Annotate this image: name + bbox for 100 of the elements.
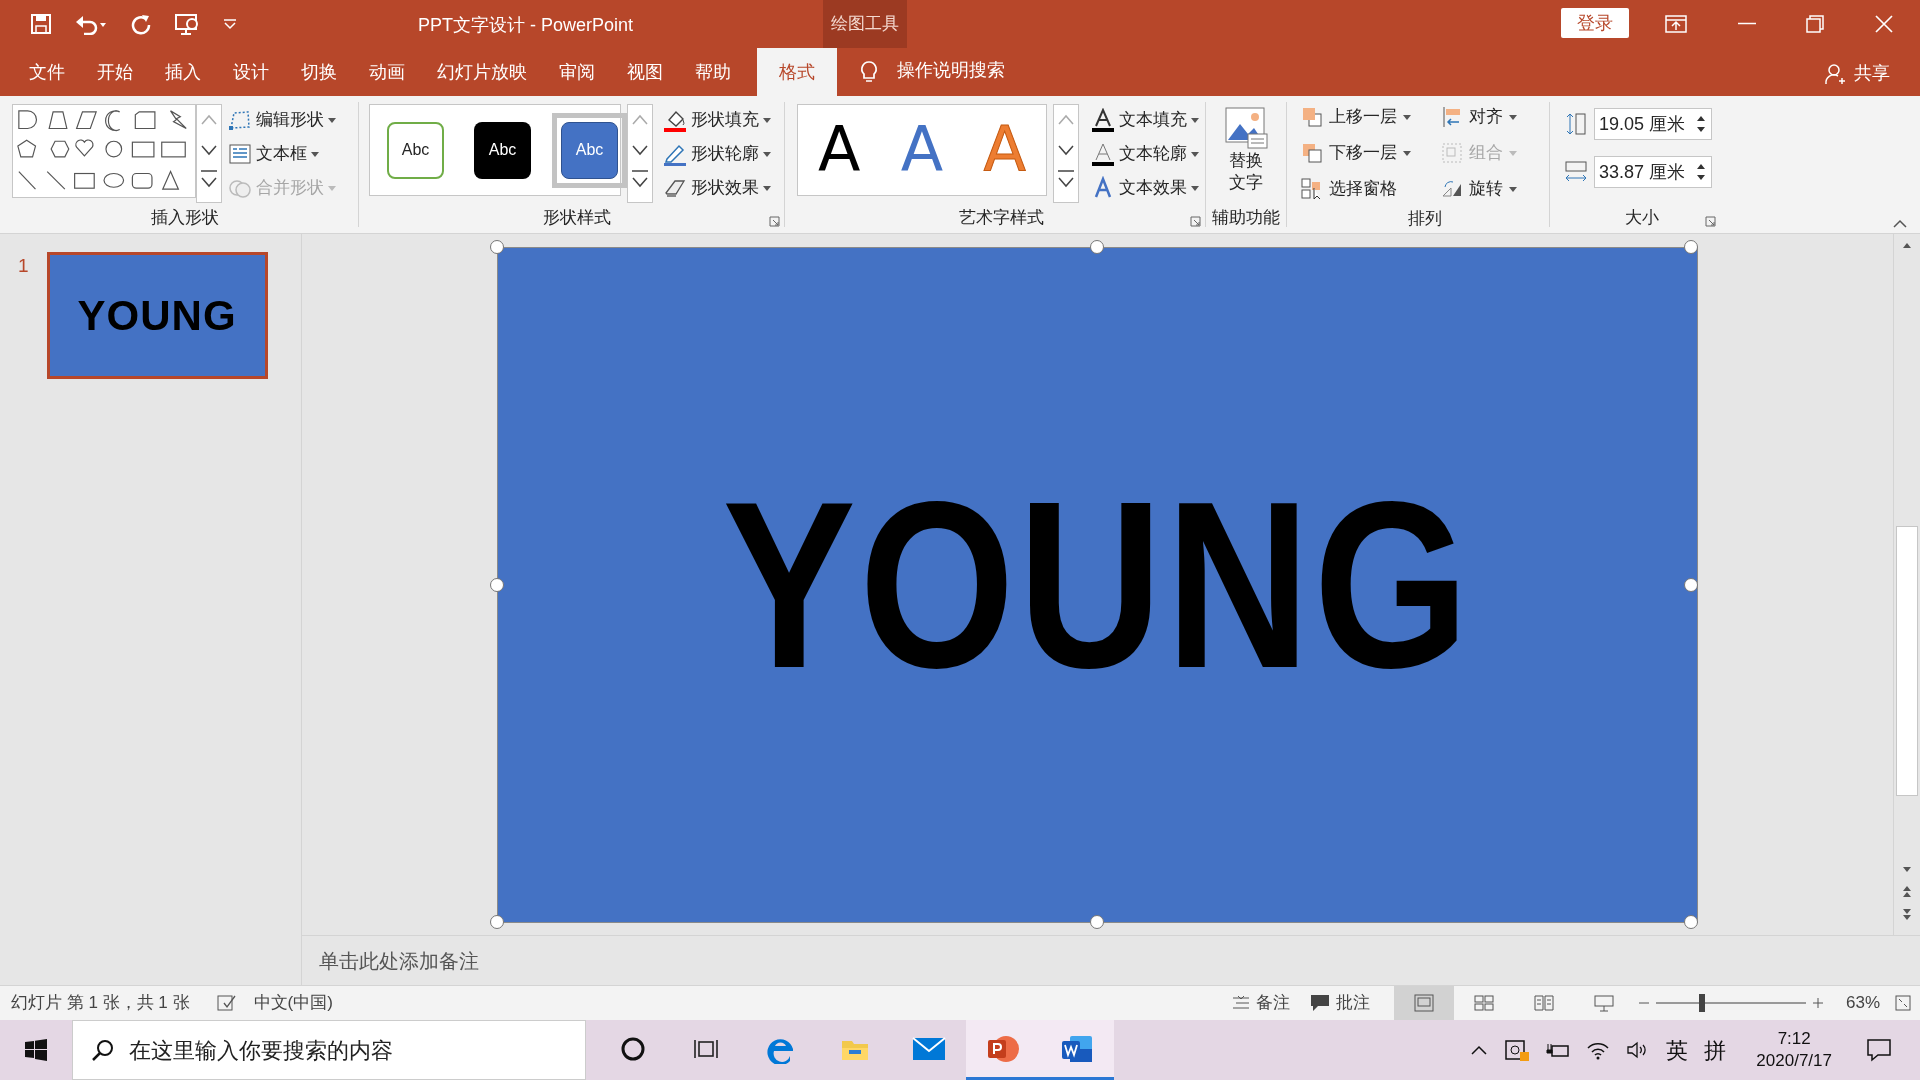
ribbon-command[interactable]: 形状效果 (691, 175, 759, 201)
shape-style-preset[interactable]: Abc (474, 121, 531, 179)
presentation-icon[interactable] (174, 13, 200, 35)
spinner-arrows-icon[interactable] (1697, 163, 1705, 181)
resize-handle[interactable] (1684, 239, 1698, 254)
zoom-level[interactable]: 63% (1845, 990, 1880, 1016)
save-icon[interactable] (30, 13, 52, 35)
tell-me-search[interactable]: 操作说明搜索 (897, 57, 1005, 84)
language-indicator[interactable]: 中文(中国) (253, 990, 333, 1016)
taskbar-search-field[interactable]: 在这里输入你要搜索的内容 (72, 1020, 586, 1080)
wordart-style-preset[interactable]: A (900, 119, 944, 181)
resize-handle[interactable] (490, 914, 504, 929)
ribbon-display-icon[interactable] (1664, 14, 1688, 34)
dropdown-caret-icon[interactable] (1191, 117, 1199, 123)
ribbon-command[interactable]: 下移一层 (1329, 140, 1397, 166)
ribbon-command[interactable]: 旋转 (1469, 176, 1503, 202)
ribbon-command[interactable]: 选择窗格 (1329, 176, 1397, 202)
slide-thumbnail[interactable]: YOUNG (46, 252, 268, 379)
collapse-ribbon-icon[interactable] (1892, 219, 1908, 229)
shape-style-preset[interactable]: Abc (387, 121, 444, 179)
clock-time[interactable]: 7:12 (1777, 1028, 1811, 1050)
ribbon-tab[interactable]: 切换 (287, 48, 351, 96)
customize-caret-icon[interactable] (222, 18, 238, 30)
ribbon-command[interactable]: 文本轮廓 (1119, 141, 1187, 167)
ribbon-command[interactable]: 形状填充 (691, 107, 759, 133)
scrollbar-thumb[interactable] (1896, 526, 1918, 796)
resize-handle[interactable] (490, 239, 504, 254)
ribbon-command[interactable]: 文本效果 (1119, 175, 1187, 201)
width-icon (1564, 160, 1588, 184)
ribbon-tab[interactable]: 设计 (219, 48, 283, 96)
dropdown-caret-icon[interactable] (1191, 185, 1199, 191)
ribbon-command[interactable]: 文本框 (256, 141, 307, 167)
ribbon-command[interactable]: 文本填充 (1119, 107, 1187, 133)
group-label: 大小 (1625, 207, 1659, 230)
resize-handle[interactable] (490, 577, 504, 592)
input-method-indicator[interactable]: 拼 (1704, 1033, 1727, 1067)
redo-icon[interactable] (130, 13, 152, 35)
dropdown-caret-icon[interactable] (763, 185, 771, 191)
show-hidden-icons-caret-icon[interactable] (1470, 1044, 1489, 1056)
wordart-style-preset[interactable]: A (818, 119, 861, 181)
close-icon[interactable] (1875, 15, 1893, 33)
comment-icon (1309, 994, 1330, 1012)
tray-app-icon[interactable] (1504, 1038, 1531, 1062)
dropdown-caret-icon[interactable] (328, 117, 336, 123)
clock-date[interactable]: 2020/7/17 (1756, 1050, 1832, 1072)
text-box-icon (228, 143, 252, 165)
spinner-arrows-icon[interactable] (1697, 115, 1705, 133)
dropdown-caret-icon[interactable] (1403, 114, 1411, 120)
notification-icon[interactable] (1866, 1038, 1892, 1062)
ribbon-command[interactable]: 上移一层 (1329, 104, 1397, 130)
ribbon-tab[interactable]: 视图 (613, 48, 677, 96)
dropdown-caret-icon[interactable] (1509, 186, 1517, 192)
spelling-check-icon[interactable] (215, 994, 236, 1012)
input-method-indicator[interactable]: 英 (1666, 1033, 1689, 1067)
slide[interactable]: YOUNG (497, 246, 1698, 923)
slide-title[interactable]: YOUNG (722, 465, 1473, 704)
login-button[interactable]: 登录 (1561, 8, 1629, 38)
restore-icon[interactable] (1806, 15, 1824, 33)
fit-slide-icon[interactable] (1894, 994, 1912, 1012)
slide-sorter-icon (1472, 994, 1495, 1012)
ribbon-command[interactable]: 编辑形状 (256, 107, 324, 133)
reading-view-icon (1532, 994, 1555, 1012)
undo-icon[interactable] (74, 13, 108, 35)
dropdown-caret-icon[interactable] (311, 151, 319, 157)
dialog-launcher-icon[interactable] (769, 216, 780, 227)
person-add-icon[interactable] (1824, 61, 1846, 86)
dropdown-caret-icon[interactable] (1509, 114, 1517, 120)
ribbon-tab[interactable]: 幻灯片放映 (423, 48, 541, 96)
minimize-icon[interactable] (1738, 22, 1756, 25)
zoom-in-icon[interactable] (1811, 997, 1824, 1009)
dropdown-caret-icon[interactable] (763, 151, 771, 157)
envelope-icon (912, 1035, 946, 1062)
ribbon-command[interactable]: 形状轮廓 (691, 141, 759, 167)
dropdown-caret-icon[interactable] (763, 117, 771, 123)
ribbon-tab[interactable]: 动画 (355, 48, 419, 96)
comments-button[interactable]: 批注 (1335, 990, 1370, 1016)
shape-gallery-drawing[interactable] (12, 104, 196, 198)
wifi-icon[interactable] (1586, 1040, 1611, 1060)
ribbon-tab[interactable]: 文件 (15, 48, 79, 96)
share-button[interactable]: 共享 (1854, 60, 1890, 87)
ribbon-command[interactable]: 对齐 (1469, 104, 1503, 130)
dialog-launcher-icon[interactable] (1190, 216, 1201, 227)
notes-button[interactable]: 备注 (1255, 990, 1290, 1016)
ribbon-tab[interactable]: 开始 (83, 48, 147, 96)
ribbon-tab[interactable]: 格式 (757, 48, 837, 96)
size-field[interactable]: 33.87 厘米 (1594, 156, 1712, 188)
zoom-slider-thumb[interactable] (1699, 994, 1706, 1012)
dropdown-caret-icon[interactable] (1191, 151, 1199, 157)
alt-text-button[interactable]: 替换 文字 (1229, 150, 1263, 194)
dialog-launcher-icon[interactable] (1705, 216, 1716, 227)
dropdown-caret-icon[interactable] (1403, 150, 1411, 156)
lightbulb-icon[interactable] (859, 60, 879, 84)
ribbon-tab[interactable]: 审阅 (545, 48, 609, 96)
shape-style-preset[interactable]: Abc (561, 121, 618, 179)
slide-show-icon (1592, 994, 1615, 1012)
notes-placeholder[interactable]: 单击此处添加备注 (319, 945, 479, 976)
resize-handle[interactable] (1090, 239, 1104, 254)
size-field[interactable]: 19.05 厘米 (1594, 108, 1712, 140)
ribbon-tab[interactable]: 插入 (151, 48, 215, 96)
ribbon-tab[interactable]: 帮助 (681, 48, 745, 96)
